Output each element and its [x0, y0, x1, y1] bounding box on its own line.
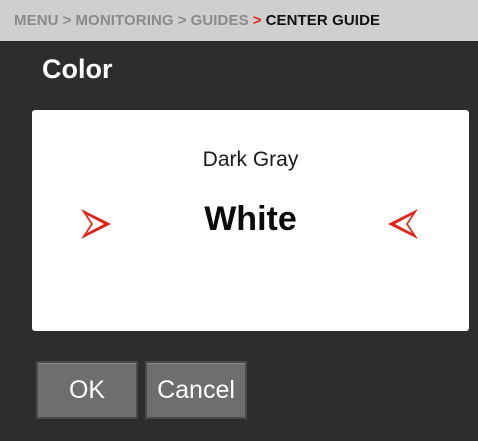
breadcrumb-item-menu[interactable]: MENU: [14, 12, 59, 29]
breadcrumb-separator: >: [62, 12, 72, 29]
chevron-right-icon[interactable]: [78, 206, 114, 242]
ok-button[interactable]: OK: [36, 361, 138, 419]
previous-option[interactable]: Dark Gray: [32, 148, 469, 172]
chevron-left-icon[interactable]: [385, 206, 421, 242]
breadcrumb-item-center-guide: CENTER GUIDE: [265, 12, 381, 29]
screen: MENU > MONITORING > GUIDES > CENTER GUID…: [0, 0, 478, 441]
breadcrumb-item-guides[interactable]: GUIDES: [191, 12, 249, 29]
breadcrumb-item-monitoring[interactable]: MONITORING: [75, 12, 173, 29]
breadcrumb-separator: >: [177, 12, 187, 29]
option-selector-panel[interactable]: Dark Gray White: [32, 110, 469, 331]
dialog-title: Color: [42, 54, 113, 84]
breadcrumb-separator-active: >: [252, 12, 262, 29]
breadcrumb: MENU > MONITORING > GUIDES > CENTER GUID…: [0, 0, 478, 41]
cancel-button[interactable]: Cancel: [145, 361, 247, 419]
